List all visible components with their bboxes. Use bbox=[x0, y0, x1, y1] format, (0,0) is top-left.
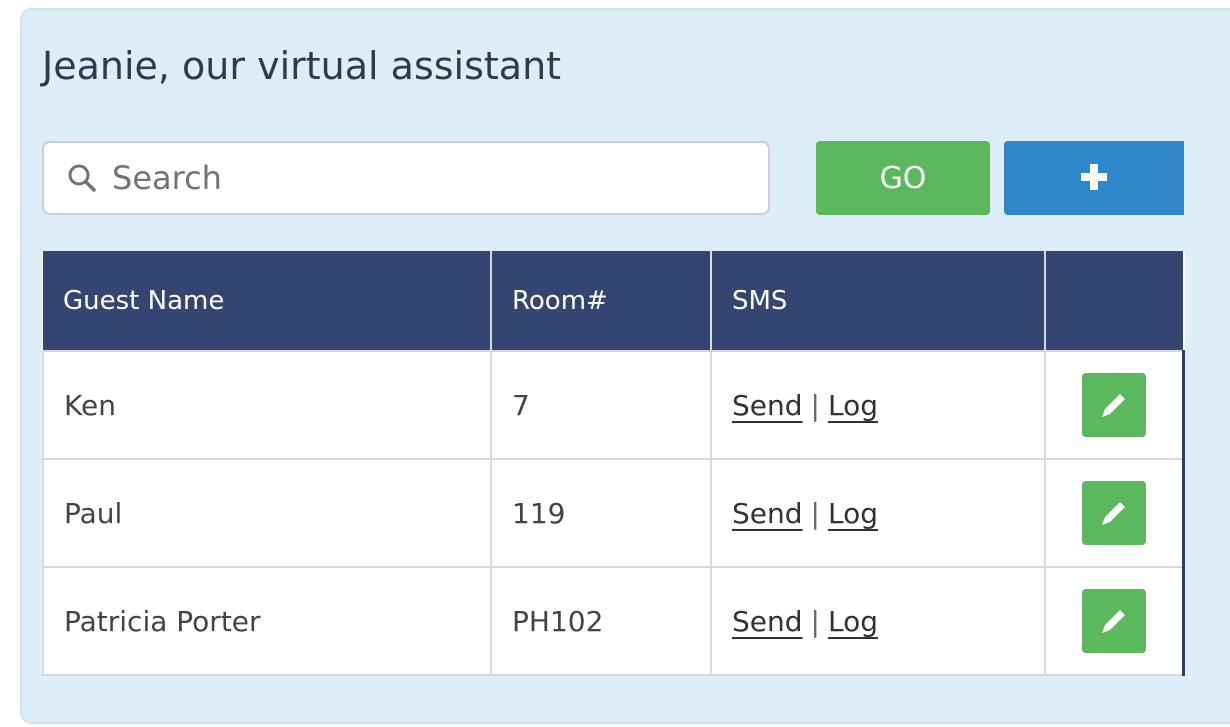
edit-guest-button[interactable] bbox=[1081, 589, 1146, 653]
actions-cell bbox=[1045, 350, 1185, 460]
sms-log-link[interactable]: Log bbox=[828, 605, 878, 638]
sms-send-link[interactable]: Send bbox=[732, 605, 803, 638]
column-header-actions bbox=[1045, 251, 1183, 351]
panel-title: Jeanie, our virtual assistant bbox=[42, 44, 562, 88]
column-header-sms[interactable]: SMS bbox=[711, 251, 1046, 351]
sms-separator: | bbox=[810, 388, 820, 422]
column-header-guest-name[interactable]: Guest Name bbox=[43, 251, 492, 351]
room-cell: 7 bbox=[491, 350, 712, 460]
sms-log-link[interactable]: Log bbox=[828, 497, 878, 530]
pencil-icon bbox=[1101, 502, 1125, 525]
table-header-row: Guest Name Room# SMS bbox=[43, 251, 1183, 351]
edit-guest-button[interactable] bbox=[1081, 481, 1146, 545]
actions-cell bbox=[1045, 567, 1185, 676]
sms-cell: Send | Log bbox=[711, 459, 1046, 568]
guest-name-cell: Paul bbox=[42, 459, 492, 568]
add-guest-button[interactable] bbox=[1004, 141, 1184, 215]
go-button-label: GO bbox=[879, 160, 927, 196]
guest-name-cell: Patricia Porter bbox=[42, 567, 492, 676]
table-row: Patricia Porter PH102 Send | Log bbox=[42, 567, 1185, 676]
edit-guest-button[interactable] bbox=[1081, 373, 1146, 437]
search-icon bbox=[62, 158, 102, 198]
room-cell: PH102 bbox=[491, 567, 712, 676]
search-box[interactable] bbox=[42, 141, 770, 215]
sms-log-link[interactable]: Log bbox=[828, 389, 878, 422]
plus-icon bbox=[1079, 162, 1109, 195]
sms-cell: Send | Log bbox=[711, 567, 1046, 676]
sms-send-link[interactable]: Send bbox=[732, 497, 803, 530]
pencil-icon bbox=[1101, 610, 1125, 633]
pencil-icon bbox=[1101, 394, 1125, 417]
table-row: Paul 119 Send | Log bbox=[42, 459, 1185, 568]
column-header-room[interactable]: Room# bbox=[491, 251, 712, 351]
room-cell: 119 bbox=[491, 459, 712, 568]
sms-cell: Send | Log bbox=[711, 350, 1046, 460]
sms-separator: | bbox=[810, 604, 820, 638]
guest-table: Guest Name Room# SMS Ken 7 Send | Log Pa… bbox=[42, 251, 1185, 676]
sms-send-link[interactable]: Send bbox=[732, 389, 803, 422]
table-row: Ken 7 Send | Log bbox=[42, 350, 1185, 460]
sms-separator: | bbox=[810, 496, 820, 530]
actions-cell bbox=[1045, 459, 1185, 568]
search-input[interactable] bbox=[112, 159, 732, 197]
guest-name-cell: Ken bbox=[42, 350, 492, 460]
go-button[interactable]: GO bbox=[816, 141, 990, 215]
